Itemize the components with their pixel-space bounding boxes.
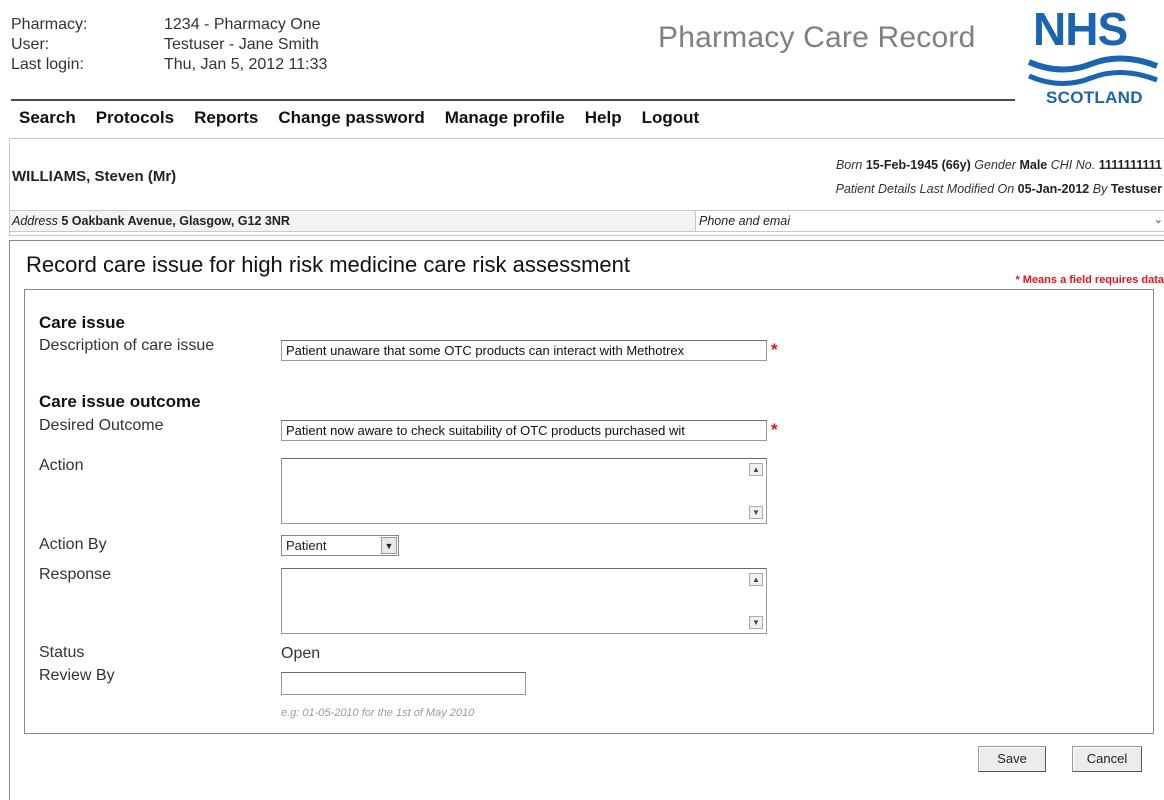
save-button[interactable]: Save — [978, 746, 1046, 772]
header-divider — [11, 99, 1015, 101]
action-textarea[interactable]: ▲ ▼ — [281, 458, 767, 524]
required-marker: * — [771, 420, 778, 439]
scroll-down-icon[interactable]: ▼ — [749, 616, 763, 629]
review-by-input[interactable] — [281, 672, 526, 695]
scroll-up-icon[interactable]: ▲ — [749, 573, 763, 586]
action-label: Action — [39, 457, 84, 474]
care-issue-heading: Care issue — [39, 313, 125, 332]
logo-wave-icon — [1027, 55, 1159, 87]
dropdown-arrow-icon[interactable]: ▼ — [381, 537, 397, 554]
patient-banner: WILLIAMS, Steven (Mr) Born 15-Feb-1945 (… — [9, 138, 1164, 236]
scroll-up-icon[interactable]: ▲ — [749, 463, 763, 476]
address-label: Address — [12, 214, 58, 228]
info-key: Pharmacy: — [11, 16, 88, 33]
care-issue-panel: Record care issue for high risk medicine… — [9, 240, 1164, 800]
nav-change-password[interactable]: Change password — [278, 108, 424, 128]
nav-search[interactable]: Search — [19, 108, 76, 128]
phone-email-label: Phone and emai — [699, 214, 791, 228]
outcome-heading: Care issue outcome — [39, 392, 201, 411]
info-value: 1234 - Pharmacy One — [164, 16, 321, 33]
nhs-logo-text: NHS — [1033, 3, 1128, 55]
info-row-user: User: Testuser - Jane Smith — [11, 35, 327, 55]
modified-date: 05-Jan-2012 — [1017, 182, 1090, 196]
nav-reports[interactable]: Reports — [194, 108, 258, 128]
info-row-last-login: Last login: Thu, Jan 5, 2012 11:33 — [11, 55, 327, 75]
address-row: Address 5 Oakbank Avenue, Glasgow, G12 3… — [10, 210, 1164, 232]
form-title: Record care issue for high risk medicine… — [26, 252, 631, 277]
patient-meta: Born 15-Feb-1945 (66y) Gender Male CHI N… — [836, 153, 1162, 201]
response-textarea[interactable]: ▲ ▼ — [281, 568, 767, 634]
action-by-select[interactable]: Patient ▼ — [281, 535, 399, 556]
patient-name: WILLIAMS, Steven (Mr) — [12, 168, 177, 185]
required-note: * Means a field requires data — [1015, 274, 1164, 286]
status-value: Open — [281, 645, 321, 662]
session-info: Pharmacy: 1234 - Pharmacy One User: Test… — [11, 15, 327, 75]
info-key: User: — [11, 36, 50, 53]
phone-email-dropdown[interactable]: Phone and emai ⌄ — [695, 211, 1164, 231]
age-value: (66y) — [941, 158, 971, 172]
patient-demographics: Born 15-Feb-1945 (66y) Gender Male CHI N… — [836, 153, 1162, 177]
action-by-value: Patient — [286, 538, 327, 553]
action-by-label: Action By — [39, 536, 107, 553]
nav-protocols[interactable]: Protocols — [96, 108, 174, 128]
nav-logout[interactable]: Logout — [642, 108, 700, 128]
review-by-label: Review By — [39, 667, 115, 684]
description-label: Description of care issue — [39, 337, 215, 354]
chi-label: CHI No. — [1050, 158, 1096, 172]
scotland-logo-text: SCOTLAND — [1046, 88, 1143, 107]
main-nav: Search Protocols Reports Change password… — [19, 108, 719, 128]
by-label: By — [1092, 182, 1108, 196]
scroll-down-icon[interactable]: ▼ — [749, 506, 763, 519]
address: Address 5 Oakbank Avenue, Glasgow, G12 3… — [12, 214, 290, 228]
desired-outcome-label: Desired Outcome — [39, 417, 164, 434]
info-row-pharmacy: Pharmacy: 1234 - Pharmacy One — [11, 15, 327, 35]
nhs-scotland-logo: NHS SCOTLAND — [1021, 2, 1161, 110]
cancel-button[interactable]: Cancel — [1072, 746, 1142, 772]
chi-value: 1111111111 — [1098, 158, 1162, 172]
nav-help[interactable]: Help — [585, 108, 622, 128]
care-issue-form: Care issue Description of care issue Pat… — [24, 289, 1154, 734]
info-value: Thu, Jan 5, 2012 11:33 — [164, 56, 328, 73]
modified-label: Patient Details Last Modified On — [835, 182, 1015, 196]
status-label: Status — [39, 644, 85, 661]
gender-value: Male — [1019, 158, 1048, 172]
chevron-down-icon[interactable]: ⌄ — [1154, 213, 1163, 226]
desired-outcome-input[interactable]: Patient now aware to check suitability o… — [281, 420, 767, 441]
gender-label: Gender — [974, 158, 1016, 172]
response-label: Response — [39, 566, 112, 583]
born-value: 15-Feb-1945 — [865, 158, 939, 172]
app-title: Pharmacy Care Record — [658, 21, 976, 54]
nav-manage-profile[interactable]: Manage profile — [445, 108, 565, 128]
description-input[interactable]: Patient unaware that some OTC products c… — [281, 340, 767, 361]
required-marker: * — [771, 340, 778, 359]
patient-modified: Patient Details Last Modified On 05-Jan-… — [836, 177, 1162, 201]
info-key: Last login: — [11, 56, 84, 73]
born-label: Born — [835, 158, 863, 172]
address-value: 5 Oakbank Avenue, Glasgow, G12 3NR — [61, 214, 290, 228]
review-by-hint: e.g: 01-05-2010 for the 1st of May 2010 — [281, 707, 475, 719]
by-value: Testuser — [1110, 182, 1162, 196]
info-value: Testuser - Jane Smith — [164, 36, 319, 53]
